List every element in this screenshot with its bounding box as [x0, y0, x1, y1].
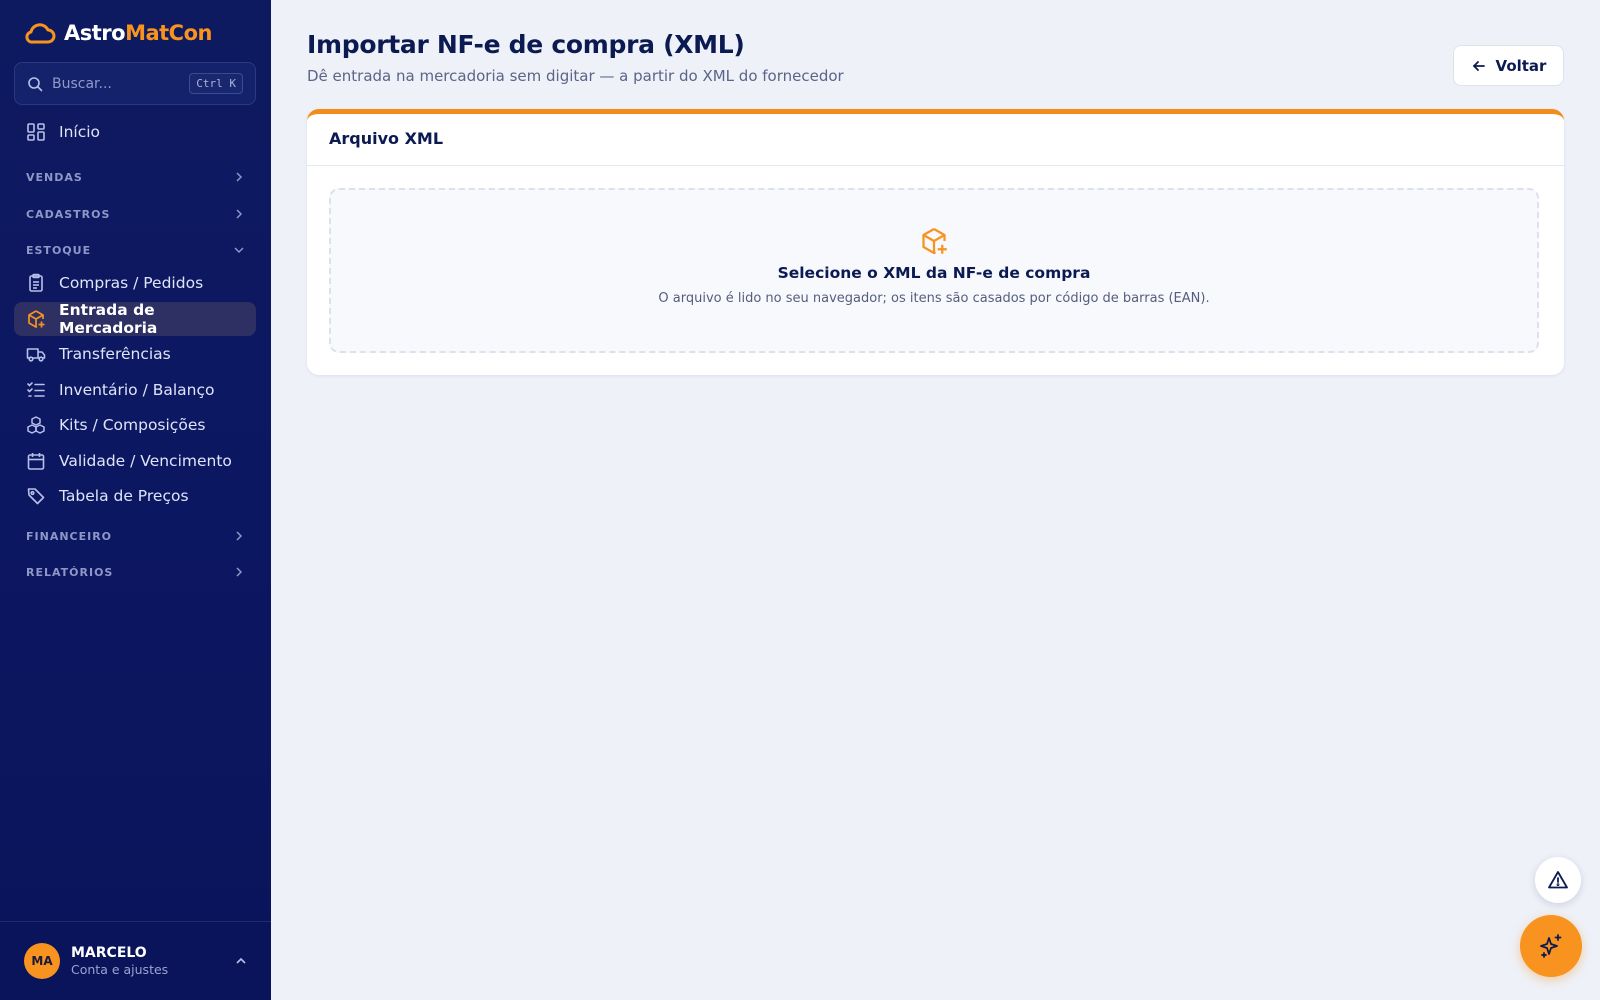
search-shortcut: Ctrl K [189, 73, 243, 94]
sidebar-item-label: Tabela de Preços [59, 487, 189, 505]
sidebar-item-label: Compras / Pedidos [59, 274, 204, 292]
sidebar-item-label: Kits / Composições [59, 416, 206, 434]
clipboard-icon [29, 273, 43, 292]
search-input[interactable] [52, 75, 174, 92]
sidebar: AstroMatCon Ctrl K Início VENDAS CADASTR… [0, 0, 271, 1000]
page-subtitle: Dê entrada na mercadoria sem digitar — a… [307, 67, 844, 85]
tag-icon [27, 488, 45, 505]
ai-assistant-button[interactable] [1520, 915, 1582, 977]
sidebar-item-inventario[interactable]: Inventário / Balanço [14, 373, 256, 407]
sidebar-item-label: Transferências [59, 345, 171, 363]
chevron-up-icon [236, 957, 246, 964]
chevron-down-icon [234, 247, 244, 254]
sidebar-item-entrada-mercadoria[interactable]: Entrada de Mercadoria [14, 301, 256, 337]
section-estoque[interactable]: ESTOQUE [26, 240, 244, 260]
package-plus-icon [922, 228, 947, 255]
warning-icon [1548, 871, 1568, 889]
back-button-label: Voltar [1495, 56, 1547, 75]
section-relatorios[interactable]: RELATÓRIOS [26, 562, 244, 582]
checklist-icon [27, 382, 45, 397]
chevron-right-icon [236, 567, 243, 577]
sidebar-item-kits[interactable]: Kits / Composições [14, 408, 256, 442]
xml-file-card: Arquivo XML Selecione o XML da NF-e de c… [307, 109, 1564, 375]
report-issue-button[interactable] [1535, 857, 1581, 903]
sidebar-item-validade[interactable]: Validade / Vencimento [14, 444, 256, 478]
avatar: MA [24, 943, 60, 979]
brand-name: AstroMatCon [64, 21, 212, 45]
sidebar-item-compras[interactable]: Compras / Pedidos [14, 266, 256, 300]
card-title: Arquivo XML [307, 114, 1564, 166]
section-cadastros[interactable]: CADASTROS [26, 204, 244, 224]
section-financeiro[interactable]: FINANCEIRO [26, 526, 244, 546]
sparkles-icon [1540, 934, 1562, 958]
user-info: MARCELO Conta e ajustes [71, 945, 168, 977]
search-box[interactable]: Ctrl K [14, 62, 256, 105]
sidebar-item-transferencias[interactable]: Transferências [14, 337, 256, 371]
user-name: MARCELO [71, 945, 147, 961]
section-label: CADASTROS [26, 207, 111, 221]
sidebar-item-label: Início [59, 123, 101, 141]
chevron-right-icon [236, 531, 243, 541]
chevron-right-icon [236, 209, 243, 219]
dropzone-title: Selecione o XML da NF-e de compra [777, 264, 1091, 282]
section-label: FINANCEIRO [26, 529, 113, 543]
section-label: RELATÓRIOS [26, 565, 114, 579]
sidebar-item-inicio[interactable]: Início [14, 115, 256, 149]
truck-icon [26, 348, 46, 362]
arrow-left-icon [1472, 60, 1485, 71]
sidebar-item-tabela-precos[interactable]: Tabela de Preços [14, 479, 256, 513]
sidebar-item-label: Inventário / Balanço [59, 381, 215, 399]
section-label: VENDAS [26, 170, 83, 184]
section-label: ESTOQUE [26, 243, 92, 257]
main-content: Importar NF-e de compra (XML) Dê entrada… [271, 0, 1600, 1000]
back-button[interactable]: Voltar [1453, 45, 1564, 86]
sidebar-item-label: Validade / Vencimento [59, 452, 232, 470]
dropzone-subtitle: O arquivo é lido no seu navegador; os it… [658, 291, 1210, 306]
boxes-icon [27, 416, 45, 434]
package-plus-icon [28, 310, 45, 328]
user-subtitle: Conta e ajustes [71, 962, 169, 977]
brand-logo[interactable]: AstroMatCon [24, 20, 212, 46]
calendar-icon [27, 453, 45, 470]
cloud-logo-icon [25, 23, 56, 44]
xml-dropzone[interactable]: Selecione o XML da NF-e de compra O arqu… [329, 188, 1539, 353]
sidebar-item-label: Entrada de Mercadoria [59, 301, 158, 337]
dashboard-icon [27, 123, 45, 141]
user-menu[interactable]: MA MARCELO Conta e ajustes [0, 921, 271, 1000]
section-vendas[interactable]: VENDAS [26, 167, 244, 187]
chevron-right-icon [236, 172, 243, 182]
page-title: Importar NF-e de compra (XML) [307, 30, 745, 59]
search-icon [28, 76, 43, 91]
